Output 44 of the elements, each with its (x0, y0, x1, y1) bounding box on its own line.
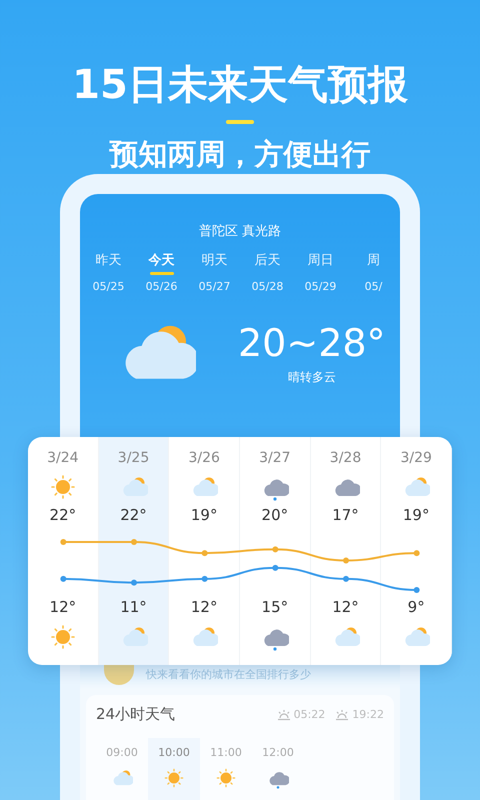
subheadline: 预知两周，方便出行 (110, 136, 370, 172)
weather-condition: 晴转多云 (288, 368, 336, 386)
low-temperature: 9° (408, 597, 425, 617)
sun-icon (215, 767, 237, 789)
low-temperature: 12° (190, 597, 218, 617)
high-temperature: 19° (190, 505, 218, 525)
sun-horizon-icon (276, 708, 291, 720)
sunrise-time: 05:22 (276, 708, 326, 721)
high-temperature: 22° (50, 505, 76, 525)
sun-icon (163, 767, 185, 789)
forecast-date: 3/25 (118, 449, 150, 467)
high-temperature: 22° (120, 505, 147, 525)
day-column[interactable]: 3/25 22° 11° (98, 437, 170, 665)
forecast-date: 3/24 (47, 449, 79, 467)
forecast-date: 3/27 (259, 449, 291, 467)
hour-column: 09:00 (96, 738, 148, 800)
high-temperature: 17° (332, 505, 359, 525)
low-temperature: 15° (262, 597, 288, 617)
sun-icon (48, 473, 77, 501)
high-temperature: 20° (262, 505, 288, 525)
ranking-prompt: 快来看看你的城市在全国排行多少 (146, 666, 311, 682)
location-label: 普陀区 真光路 (198, 224, 282, 240)
day-column[interactable]: 3/27 20° 15° (240, 437, 311, 665)
forecast-date: 3/26 (188, 449, 220, 467)
hour-column: 12:00 (252, 738, 304, 800)
day-column[interactable]: 3/29 19° 9° (381, 437, 452, 665)
temperature-range: 20~28° (238, 320, 386, 364)
sun-horizon-icon (335, 708, 350, 720)
hour-column: 10:00 (148, 738, 200, 800)
low-temperature: 12° (332, 597, 359, 617)
headline: 15日未来天气预报 (72, 61, 408, 110)
high-temperature: 19° (402, 505, 430, 525)
forecast-date: 3/28 (330, 449, 362, 467)
hourly-title: 24小时天气 (96, 705, 176, 724)
low-temperature: 11° (120, 597, 147, 617)
day-column[interactable]: 3/26 19° 12° (169, 437, 240, 665)
low-temperature: 12° (50, 597, 76, 617)
accent-dash (226, 120, 254, 124)
hour-column: 11:00 (200, 738, 252, 800)
sun-icon (48, 623, 77, 651)
sunset-time: 19:22 (335, 708, 384, 721)
forecast-date: 3/29 (400, 449, 432, 467)
day-column[interactable]: 3/28 17° 12° (310, 437, 382, 665)
trophy-icon (104, 663, 134, 685)
